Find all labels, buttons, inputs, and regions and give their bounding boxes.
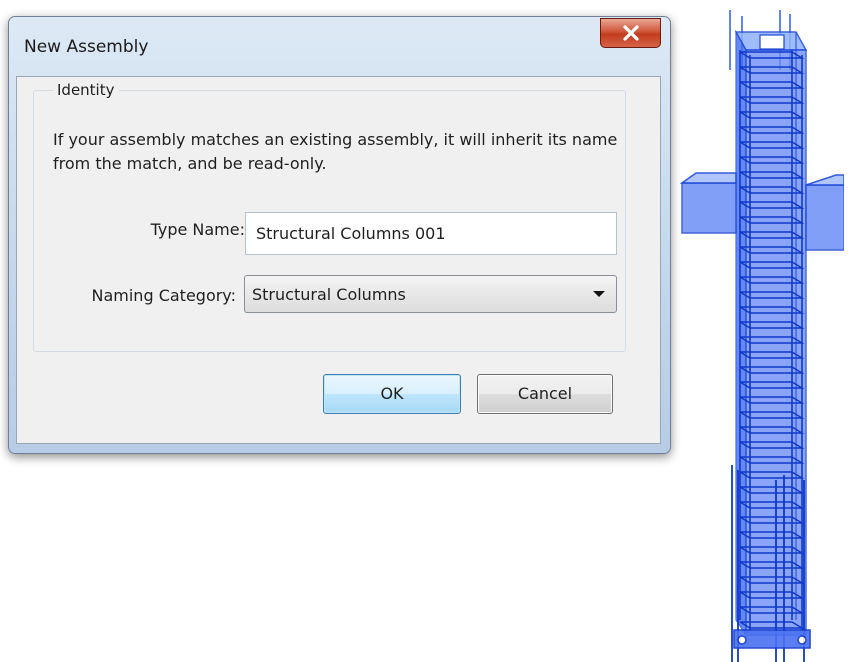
naming-category-dropdown[interactable]: Structural Columns [244,275,617,313]
identity-group-title: Identity [53,81,119,99]
close-x-icon [623,25,639,41]
column-base [733,629,811,649]
naming-category-label: Naming Category: [91,286,237,305]
type-name-input[interactable] [245,212,617,255]
type-name-label: Type Name: [150,220,245,239]
dropdown-arrow-icon[interactable] [593,291,605,297]
naming-category-value: Structural Columns [252,285,406,304]
structural-column-3d-view [679,10,844,662]
title-bar[interactable]: New Assembly [9,17,670,69]
column-body [734,29,808,637]
close-button[interactable] [600,18,661,48]
dialog-title: New Assembly [24,37,149,57]
identity-message: If your assembly matches an existing ass… [53,130,618,173]
cancel-button[interactable]: Cancel [477,374,613,414]
ok-button[interactable]: OK [323,374,461,414]
